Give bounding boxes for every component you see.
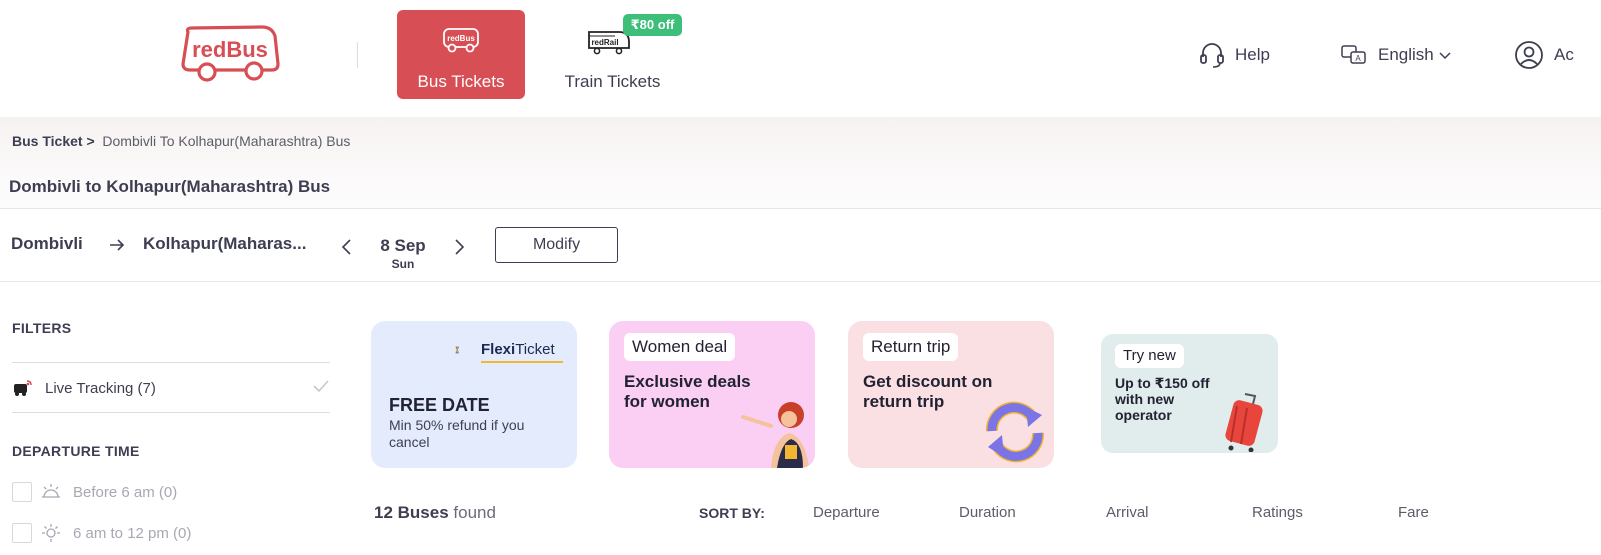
modify-button[interactable]: Modify — [495, 227, 618, 263]
departure-option-label: 6 am to 12 pm (0) — [73, 524, 192, 542]
sort-fare[interactable]: Fare — [1398, 504, 1429, 521]
arrow-right-icon — [110, 239, 125, 251]
nav-bus-tickets-label: Bus Tickets — [417, 72, 505, 91]
hourglass-icon — [455, 346, 459, 354]
sun-icon — [42, 524, 60, 542]
departure-time-title: DEPARTURE TIME — [12, 443, 140, 459]
sort-by-label: SORT BY: — [699, 505, 765, 521]
breadcrumb: Bus Ticket > Dombivli To Kolhapur(Mahara… — [12, 133, 350, 149]
woman-illustration — [741, 402, 809, 468]
headset-icon — [1200, 43, 1224, 68]
date-value: 8 Sep — [380, 236, 426, 255]
language-icon: A — [1341, 45, 1366, 64]
date-weekday: Sun — [391, 257, 415, 271]
women-deal-tag: Women deal — [624, 333, 736, 361]
divider — [12, 412, 330, 413]
flexi-logo-text: FlexiTicket — [481, 341, 555, 358]
filters-title: FILTERS — [12, 320, 72, 336]
svg-text:A: A — [1355, 54, 1361, 63]
live-tracking-filter[interactable]: Live Tracking (7) — [12, 376, 330, 400]
destination-city[interactable]: Kolhapur(Maharas... — [143, 234, 306, 254]
sort-ratings[interactable]: Ratings — [1252, 504, 1303, 521]
svg-text:redBus: redBus — [447, 34, 475, 43]
breadcrumb-current: Dombivli To Kolhapur(Maharashtra) Bus — [102, 133, 351, 149]
nav-train-tickets-label: Train Tickets — [564, 72, 661, 91]
redbus-logo[interactable]: redBus — [180, 24, 280, 84]
train-offer-badge: ₹80 off — [623, 14, 682, 36]
chevron-down-icon — [1439, 52, 1451, 60]
departure-option-label: Before 6 am (0) — [73, 483, 178, 501]
check-icon — [313, 380, 329, 393]
offer-card-try-new[interactable]: Try new Up to ₹150 off with new operator — [1101, 334, 1278, 453]
flexi-heading: FREE DATE — [389, 395, 490, 415]
divider — [12, 362, 330, 363]
svg-text:redBus: redBus — [192, 37, 268, 62]
suitcase-illustration — [1225, 393, 1263, 452]
account-menu[interactable]: Ac — [1514, 38, 1574, 72]
page-title: Dombivli to Kolhapur(Maharashtra) Bus — [9, 177, 331, 196]
sunrise-icon — [42, 484, 60, 498]
offer-card-flexi[interactable]: FlexiTicket FREE DATE Min 50% refund if … — [371, 321, 577, 468]
help-link[interactable]: Help — [1199, 38, 1270, 72]
return-trip-tag: Return trip — [863, 333, 959, 361]
checkbox[interactable] — [12, 482, 32, 502]
breadcrumb-separator: > — [86, 133, 95, 149]
top-header: redBus redBus Bus Tickets redRail Train … — [0, 0, 1601, 117]
chevron-left-icon[interactable] — [340, 238, 354, 256]
live-tracking-label: Live Tracking (7) — [45, 379, 156, 397]
sort-duration[interactable]: Duration — [959, 504, 1016, 521]
departure-option-6am-12pm[interactable]: 6 am to 12 pm (0) — [12, 522, 191, 544]
sort-arrival[interactable]: Arrival — [1106, 504, 1149, 521]
source-city[interactable]: Dombivli — [11, 234, 83, 254]
live-bus-icon — [14, 380, 32, 396]
offer-card-women[interactable]: Women deal Exclusive deals for women — [609, 321, 815, 468]
breadcrumb-root[interactable]: Bus Ticket — [12, 133, 83, 149]
nav-bus-tickets[interactable]: redBus Bus Tickets — [397, 10, 525, 99]
return-arrows-icon — [985, 401, 1045, 463]
header-divider — [357, 42, 358, 68]
svg-text:redRail: redRail — [591, 38, 618, 47]
user-icon — [1515, 41, 1543, 69]
try-new-tag: Try new — [1115, 344, 1184, 368]
language-selector[interactable]: A English — [1340, 38, 1452, 72]
language-label: English — [1378, 45, 1434, 64]
checkbox[interactable] — [12, 523, 32, 543]
offer-card-return-trip[interactable]: Return trip Get discount on return trip — [848, 321, 1054, 468]
buses-found-count: 12 Buses found — [374, 503, 496, 522]
help-label: Help — [1235, 45, 1270, 64]
departure-option-before-6am[interactable]: Before 6 am (0) — [12, 481, 177, 503]
flexi-underline — [481, 361, 563, 363]
account-label: Ac — [1554, 45, 1574, 64]
sort-departure[interactable]: Departure — [813, 504, 880, 521]
try-new-heading: Up to ₹150 off with new operator — [1115, 375, 1210, 423]
bus-icon: redBus — [443, 28, 479, 53]
chevron-right-icon[interactable] — [452, 238, 466, 256]
flexi-subtext: Min 50% refund if you cancel — [389, 417, 525, 450]
journey-date[interactable]: 8 Sep Sun — [370, 236, 436, 271]
